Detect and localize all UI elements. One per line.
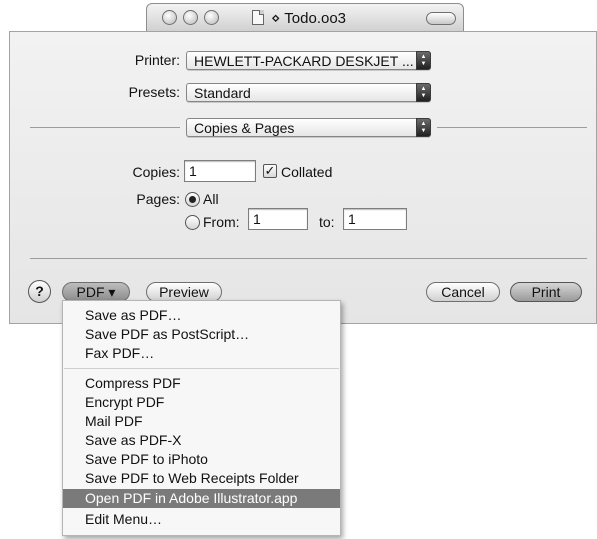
- presets-popup[interactable]: Standard ▲ ▼: [186, 83, 431, 102]
- menu-item-encrypt-pdf[interactable]: Encrypt PDF: [63, 393, 340, 412]
- menu-item-save-as-pdf[interactable]: Save as PDF…: [63, 306, 340, 325]
- cancel-button[interactable]: Cancel: [426, 282, 500, 302]
- menu-item-compress-pdf[interactable]: Compress PDF: [63, 374, 340, 393]
- updown-arrows-icon: ▲ ▼: [416, 118, 431, 137]
- separator: [30, 258, 587, 259]
- toolbar-toggle-button[interactable]: [426, 12, 456, 25]
- window-title: ⋄ Todo.oo3: [271, 10, 347, 27]
- copies-field[interactable]: 1: [184, 160, 256, 182]
- presets-label: Presets:: [128, 84, 180, 100]
- print-button[interactable]: Print: [510, 282, 582, 302]
- presets-value: Standard: [194, 85, 251, 101]
- preview-button[interactable]: Preview: [146, 282, 222, 302]
- pages-to-label: to:: [319, 214, 335, 230]
- pane-value: Copies & Pages: [194, 120, 295, 136]
- pages-from-field[interactable]: 1: [248, 208, 308, 230]
- close-window-icon[interactable]: [162, 10, 177, 25]
- separator: [30, 127, 180, 128]
- menu-item-save-pdf-to-web-receipts[interactable]: Save PDF to Web Receipts Folder: [63, 469, 340, 488]
- checkmark-icon: ✓: [264, 163, 276, 178]
- pages-from-radio[interactable]: [185, 215, 200, 230]
- printer-label: Printer:: [134, 52, 180, 68]
- print-sheet: Printer: HEWLETT-PACKARD DESKJET ... ▲ ▼ …: [9, 31, 597, 324]
- pages-from-label: From:: [203, 214, 240, 230]
- separator: [437, 127, 587, 128]
- printer-value: HEWLETT-PACKARD DESKJET ...: [194, 53, 414, 69]
- collated-label: Collated: [281, 164, 333, 180]
- help-button[interactable]: ?: [28, 280, 51, 303]
- document-icon[interactable]: [252, 10, 264, 25]
- updown-arrows-icon: ▲ ▼: [416, 51, 431, 70]
- minimize-window-icon[interactable]: [183, 10, 198, 25]
- menu-item-fax-pdf[interactable]: Fax PDF…: [63, 344, 340, 363]
- copies-label: Copies:: [132, 164, 180, 180]
- menu-item-save-pdf-as-postscript[interactable]: Save PDF as PostScript…: [63, 325, 340, 344]
- pages-label: Pages:: [136, 191, 180, 207]
- collated-checkbox[interactable]: ✓: [263, 164, 277, 178]
- window-titlebar[interactable]: ⋄ Todo.oo3: [146, 3, 464, 32]
- pages-all-label: All: [203, 191, 219, 207]
- menu-item-save-pdf-to-iphoto[interactable]: Save PDF to iPhoto: [63, 450, 340, 469]
- menu-separator: [64, 368, 339, 369]
- menu-item-save-as-pdf-x[interactable]: Save as PDF-X: [63, 431, 340, 450]
- pages-all-radio[interactable]: [185, 192, 200, 207]
- printer-popup[interactable]: HEWLETT-PACKARD DESKJET ... ▲ ▼: [186, 51, 431, 70]
- menu-item-edit-menu[interactable]: Edit Menu…: [63, 510, 340, 529]
- menu-item-mail-pdf[interactable]: Mail PDF: [63, 412, 340, 431]
- pdf-menu: Save as PDF… Save PDF as PostScript… Fax…: [62, 300, 341, 536]
- zoom-window-icon[interactable]: [204, 10, 219, 25]
- pane-popup[interactable]: Copies & Pages ▲ ▼: [186, 118, 431, 137]
- updown-arrows-icon: ▲ ▼: [416, 83, 431, 102]
- pdf-button[interactable]: PDF ▾: [62, 282, 130, 302]
- menu-item-open-pdf-in-illustrator[interactable]: Open PDF in Adobe Illustrator.app: [63, 489, 340, 508]
- pages-to-field[interactable]: 1: [343, 208, 407, 230]
